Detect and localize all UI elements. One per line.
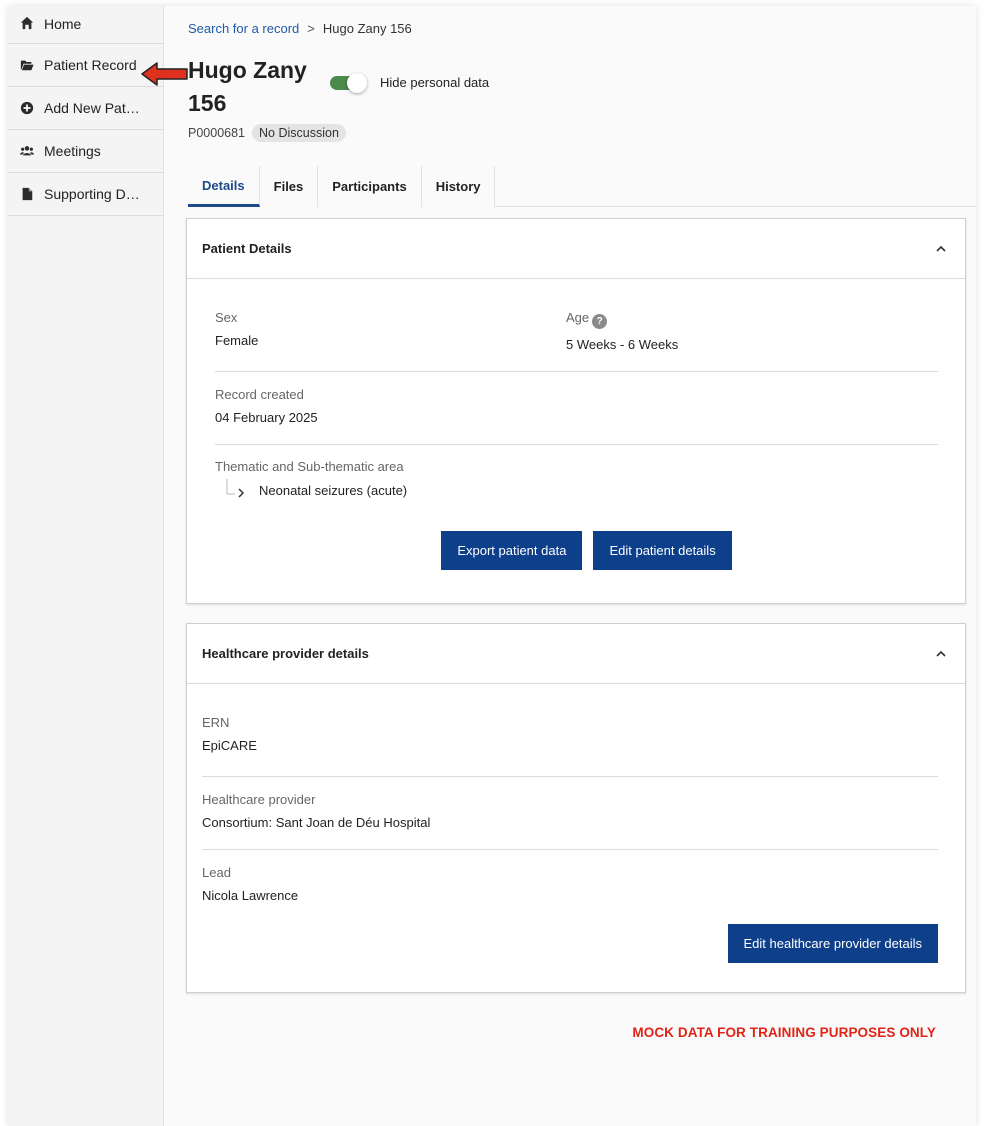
toggle-knob: [347, 72, 367, 93]
chevron-up-icon[interactable]: [934, 242, 948, 256]
sidebar-item-patient-record[interactable]: Patient Record: [8, 44, 163, 87]
sex-age-row: Sex Female Age? 5 Weeks - 6 Weeks: [215, 279, 938, 372]
status-badge: No Discussion: [252, 124, 346, 142]
card-header: Healthcare provider details: [187, 624, 965, 684]
healthcare-provider-card: Healthcare provider details ERN EpiCARE …: [186, 623, 966, 993]
breadcrumb-separator: >: [307, 21, 315, 36]
home-icon: [20, 16, 34, 30]
age-field: Age? 5 Weeks - 6 Weeks: [566, 310, 678, 371]
thematic-label: Thematic and Sub-thematic area: [215, 459, 404, 474]
hide-personal-data-control: Hide personal data: [330, 72, 490, 93]
sidebar-item-meetings[interactable]: Meetings: [8, 130, 163, 173]
sidebar-item-supporting-documents[interactable]: Supporting D…: [8, 173, 163, 216]
ern-field: ERN EpiCARE: [202, 684, 938, 777]
record-created-value: 04 February 2025: [215, 410, 318, 425]
sex-value: Female: [215, 333, 259, 348]
card-body: Sex Female Age? 5 Weeks - 6 Weeks Record…: [187, 279, 965, 570]
sidebar-item-label: Home: [44, 16, 82, 32]
age-label: Age: [566, 310, 590, 325]
tab-details[interactable]: Details: [188, 166, 260, 207]
sidebar-item-home[interactable]: Home: [8, 6, 163, 44]
card-title: Healthcare provider details: [202, 646, 369, 661]
age-value: 5 Weeks - 6 Weeks: [566, 337, 679, 352]
hide-personal-data-toggle[interactable]: [330, 72, 367, 93]
file-icon: [20, 187, 34, 201]
sidebar-item-label: Supporting D…: [44, 186, 140, 202]
sex-field: Sex Female: [215, 310, 566, 371]
sidebar: Home Patient Record Add New Pat… Meeting…: [8, 6, 164, 1126]
thematic-value: Neonatal seizures (acute): [259, 482, 408, 498]
breadcrumb-search-link[interactable]: Search for a record: [188, 21, 299, 36]
healthcare-provider-value: Consortium: Sant Joan de Déu Hospital: [202, 815, 431, 830]
card-title: Patient Details: [202, 241, 292, 256]
chevron-up-icon[interactable]: [934, 647, 948, 661]
record-created-field: Record created 04 February 2025: [215, 372, 938, 445]
hide-personal-data-label: Hide personal data: [380, 75, 490, 90]
main-content: Search for a record > Hugo Zany 156 Hugo…: [164, 6, 976, 1126]
lead-value: Nicola Lawrence: [202, 888, 299, 903]
sidebar-item-label: Meetings: [44, 143, 101, 159]
breadcrumb-current: Hugo Zany 156: [322, 21, 412, 36]
tree-branch-icon: [226, 479, 245, 498]
sidebar-item-add-new-patient[interactable]: Add New Pat…: [8, 87, 163, 130]
ern-value: EpiCARE: [202, 738, 257, 753]
tab-files[interactable]: Files: [259, 166, 319, 207]
patient-details-card: Patient Details Sex Female Age? 5 Weeks …: [186, 218, 966, 604]
export-patient-data-button[interactable]: Export patient data: [441, 531, 583, 570]
card-header: Patient Details: [187, 219, 965, 279]
sidebar-item-label: Patient Record: [44, 57, 137, 73]
mock-data-warning: MOCK DATA FOR TRAINING PURPOSES ONLY: [632, 1025, 936, 1040]
ern-label: ERN: [202, 715, 230, 730]
thematic-field: Thematic and Sub-thematic area Neonatal …: [215, 445, 938, 518]
patient-id-row: P0000681 No Discussion: [188, 124, 346, 142]
tab-history[interactable]: History: [421, 166, 496, 207]
healthcare-provider-field: Healthcare provider Consortium: Sant Joa…: [202, 777, 938, 850]
healthcare-provider-label: Healthcare provider: [202, 792, 316, 807]
breadcrumb: Search for a record > Hugo Zany 156: [188, 21, 412, 36]
tab-participants[interactable]: Participants: [318, 166, 422, 207]
folder-open-icon: [20, 58, 34, 72]
plus-circle-icon: [20, 101, 34, 115]
age-label-row: Age?: [566, 310, 678, 329]
patient-name: Hugo Zany: [188, 57, 307, 83]
record-created-label: Record created: [215, 387, 304, 402]
lead-field: Lead Nicola Lawrence: [202, 850, 938, 912]
thematic-tree-item[interactable]: Neonatal seizures (acute): [215, 478, 938, 502]
edit-healthcare-provider-button[interactable]: Edit healthcare provider details: [727, 924, 938, 963]
record-tabs: Details Files Participants History: [188, 166, 976, 207]
help-icon[interactable]: ?: [592, 314, 608, 329]
users-icon: [20, 144, 34, 158]
patient-id: P0000681: [188, 126, 246, 140]
edit-patient-details-button[interactable]: Edit patient details: [593, 531, 732, 570]
sex-label: Sex: [215, 310, 238, 325]
app-window: Home Patient Record Add New Pat… Meeting…: [8, 6, 976, 1126]
sidebar-item-label: Add New Pat…: [44, 100, 140, 116]
lead-label: Lead: [202, 865, 231, 880]
card-body: ERN EpiCARE Healthcare provider Consorti…: [187, 684, 965, 963]
page-title: Hugo Zany 156: [188, 54, 316, 120]
provider-actions: Edit healthcare provider details: [202, 912, 938, 963]
patient-actions: Export patient data Edit patient details: [215, 518, 938, 570]
patient-name-number: 156: [188, 90, 227, 116]
